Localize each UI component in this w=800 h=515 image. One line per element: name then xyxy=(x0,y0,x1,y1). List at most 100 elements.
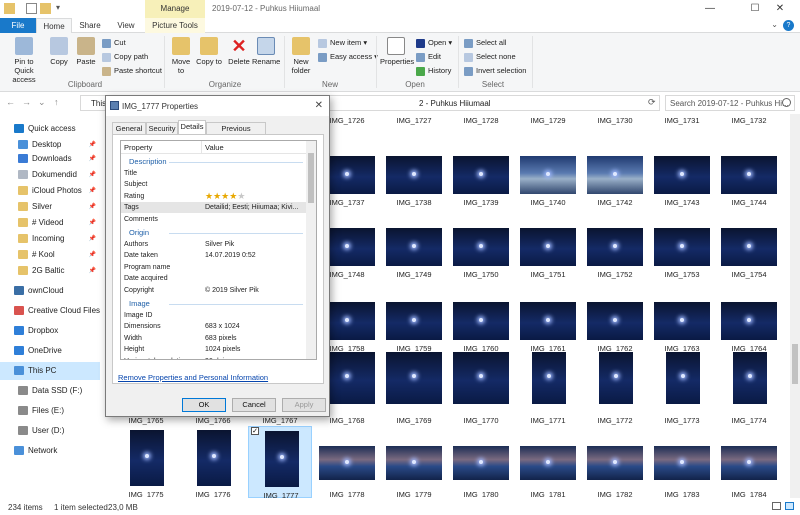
apply-button[interactable]: Apply xyxy=(282,398,326,412)
property-row[interactable]: Date taken 14.07.2019 0:52 xyxy=(121,250,307,261)
file-thumbnail[interactable]: IMG_1783 xyxy=(650,426,714,498)
tab-file[interactable]: File xyxy=(0,18,36,33)
file-thumbnail[interactable]: IMG_1740 xyxy=(516,154,580,226)
file-thumbnail[interactable]: IMG_1749 xyxy=(382,226,446,298)
sidebar-item[interactable]: User (D:) xyxy=(0,422,100,440)
tab-view[interactable]: View xyxy=(108,18,144,33)
paste-shortcut-button[interactable]: Paste shortcut xyxy=(102,65,162,77)
breadcrumb-this-pc[interactable]: This xyxy=(91,99,106,108)
tab-general[interactable]: General xyxy=(112,122,146,134)
sidebar-item[interactable]: Data SSD (F:) xyxy=(0,382,100,400)
scrollbar-thumb[interactable] xyxy=(792,344,798,384)
sidebar-item[interactable]: This PC xyxy=(0,362,100,380)
file-thumbnail[interactable]: IMG_1778 xyxy=(315,426,379,498)
thumbnail-view-icon[interactable] xyxy=(785,502,794,510)
property-row[interactable]: Copyright © 2019 Silver Pik xyxy=(121,285,307,296)
property-row[interactable]: Date acquired xyxy=(121,273,307,284)
ok-button[interactable]: OK xyxy=(182,398,226,412)
paste-button[interactable]: Paste xyxy=(74,37,98,66)
refresh-icon[interactable]: ⟳ xyxy=(648,97,656,108)
back-arrow-icon[interactable]: ← xyxy=(6,97,15,107)
open-button[interactable]: Open ▾ xyxy=(416,37,452,49)
pin-to-quick-access-button[interactable]: Pin to Quick access xyxy=(4,37,44,84)
up-arrow-icon[interactable]: ↑ xyxy=(54,97,59,107)
column-value[interactable]: Value xyxy=(205,143,224,152)
quick-access-dropdown-icon[interactable]: ▾ xyxy=(56,3,60,12)
file-thumbnail[interactable]: IMG_1770 xyxy=(449,350,513,425)
cut-button[interactable]: Cut xyxy=(102,37,126,49)
details-view-icon[interactable] xyxy=(772,502,781,510)
cancel-button[interactable]: Cancel xyxy=(232,398,276,412)
tab-share[interactable]: Share xyxy=(72,18,108,33)
properties-button[interactable]: Properties xyxy=(380,37,414,66)
file-thumbnail[interactable]: IMG_1743 xyxy=(650,154,714,226)
file-thumbnail[interactable]: IMG_1782 xyxy=(583,426,647,498)
column-property[interactable]: Property xyxy=(124,143,152,152)
property-value[interactable]: 14.07.2019 0:52 xyxy=(205,250,305,261)
property-value[interactable]: ★★★★★ xyxy=(205,191,305,203)
forward-arrow-icon[interactable]: → xyxy=(22,97,31,107)
property-row[interactable]: Authors Silver Pik xyxy=(121,239,307,250)
sidebar-item[interactable]: OneDrive xyxy=(0,342,100,360)
file-thumbnail[interactable]: ✓ IMG_1777 xyxy=(248,426,312,498)
new-folder-icon[interactable] xyxy=(40,3,51,14)
edit-button[interactable]: Edit xyxy=(416,51,441,63)
property-row[interactable]: Height 1024 pixels xyxy=(121,344,307,355)
copy-button[interactable]: Copy xyxy=(48,37,70,66)
star-icon[interactable]: ★ xyxy=(213,191,221,201)
properties-icon[interactable] xyxy=(26,3,37,14)
property-row[interactable]: Horizontal resolution 96 dpi xyxy=(121,356,307,359)
scrollbar-thumb[interactable] xyxy=(308,153,314,203)
dialog-title-bar[interactable]: IMG_1777 Properties ✕ xyxy=(106,96,329,116)
property-row[interactable]: Rating ★★★★★ xyxy=(121,191,307,202)
property-list[interactable]: Property Value Description Title Subject Ra… xyxy=(120,140,317,360)
property-row[interactable]: Program name xyxy=(121,262,307,273)
file-thumbnail[interactable]: IMG_1775 xyxy=(114,426,178,498)
sidebar-item[interactable]: Creative Cloud Files xyxy=(0,302,100,320)
file-thumbnail[interactable]: IMG_1750 xyxy=(449,226,513,298)
file-thumbnail[interactable]: IMG_1738 xyxy=(382,154,446,226)
file-thumbnail[interactable]: IMG_1779 xyxy=(382,426,446,498)
property-row[interactable]: Width 683 pixels xyxy=(121,333,307,344)
file-thumbnail[interactable]: IMG_1742 xyxy=(583,154,647,226)
search-input[interactable]: Search 2019-07-12 - Puhkus Hi... xyxy=(665,95,795,111)
rename-button[interactable]: Rename xyxy=(252,37,280,66)
property-value[interactable]: 683 x 1024 xyxy=(205,321,305,332)
property-list-scrollbar[interactable] xyxy=(306,141,316,359)
new-folder-button[interactable]: New folder xyxy=(288,37,314,75)
breadcrumb-current-folder[interactable]: 2 - Puhkus Hiiumaal xyxy=(419,99,491,108)
chevron-down-icon[interactable]: ⌄ xyxy=(771,20,778,29)
file-thumbnail[interactable]: IMG_1773 xyxy=(650,350,714,425)
checkbox-icon[interactable]: ✓ xyxy=(251,427,259,435)
recent-dropdown-icon[interactable]: ⌄ xyxy=(38,97,46,108)
sidebar-item[interactable]: 2G Baltic 📌 xyxy=(0,262,100,280)
star-icon[interactable]: ★ xyxy=(205,191,213,201)
property-row[interactable]: Subject xyxy=(121,179,307,190)
remove-properties-link[interactable]: Remove Properties and Personal Informati… xyxy=(118,373,268,382)
file-thumbnail[interactable]: IMG_1739 xyxy=(449,154,513,226)
file-thumbnail[interactable]: IMG_1751 xyxy=(516,226,580,298)
file-thumbnail[interactable]: IMG_1781 xyxy=(516,426,580,498)
tab-details[interactable]: Details xyxy=(178,120,206,135)
file-thumbnail[interactable]: IMG_1784 xyxy=(717,426,781,498)
property-row[interactable]: Tags Detailid; Eesti; Hiiumaa; Kivi... xyxy=(121,202,307,214)
tab-security[interactable]: Security xyxy=(146,122,178,134)
help-icon[interactable]: ? xyxy=(783,20,794,31)
file-thumbnail[interactable]: IMG_1754 xyxy=(717,226,781,298)
property-value[interactable]: 96 dpi xyxy=(205,356,305,359)
tab-home[interactable]: Home xyxy=(36,18,72,34)
property-value[interactable]: Detailid; Eesti; Hiiumaa; Kivi... xyxy=(205,202,305,213)
new-item-button[interactable]: New item ▾ xyxy=(318,37,367,49)
property-value[interactable]: Silver Pik xyxy=(205,239,305,250)
move-to-button[interactable]: Move to xyxy=(168,37,194,75)
minimize-button[interactable]: — xyxy=(690,2,730,16)
tab-picture-tools[interactable]: Picture Tools xyxy=(145,18,205,33)
close-button[interactable]: ✕ xyxy=(760,2,800,16)
property-value[interactable]: 683 pixels xyxy=(205,333,305,344)
sidebar-item[interactable]: Dropbox xyxy=(0,322,100,340)
select-all-button[interactable]: Select all xyxy=(464,37,506,49)
copy-path-button[interactable]: Copy path xyxy=(102,51,148,63)
file-thumbnail[interactable]: IMG_1780 xyxy=(449,426,513,498)
property-value[interactable]: © 2019 Silver Pik xyxy=(205,285,305,296)
file-thumbnail[interactable]: IMG_1769 xyxy=(382,350,446,425)
